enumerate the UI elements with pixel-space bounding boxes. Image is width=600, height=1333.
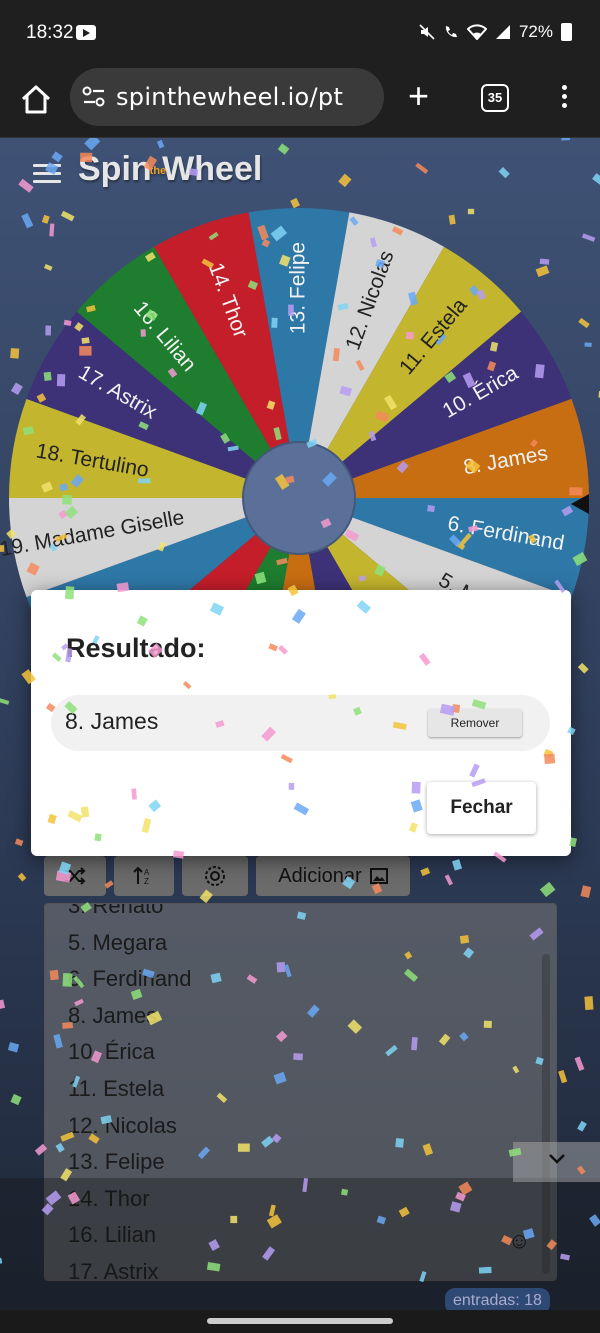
svg-text:A: A (144, 868, 150, 877)
new-tab-button[interactable]: + (408, 78, 429, 114)
close-button[interactable]: Fechar (427, 782, 536, 834)
home-icon[interactable] (18, 82, 54, 118)
browser-menu-button[interactable] (556, 82, 572, 118)
entries-count: entradas: 18 (445, 1288, 550, 1310)
battery-text: 72% (518, 22, 553, 41)
url-text: spinthewheel.io/pt (116, 83, 344, 111)
image-icon (369, 868, 388, 884)
entry-line: 6. Ferdinand (68, 966, 192, 992)
result-dialog: Resultado: 8. James Remover Fechar (31, 590, 571, 856)
sort-icon: AZ (133, 866, 150, 886)
browser-toolbar: spinthewheel.io/pt + 35 (0, 64, 600, 138)
battery-icon (561, 23, 572, 41)
entry-line: 10. Érica (68, 1039, 155, 1065)
emoji-icon[interactable]: ☺ (508, 1228, 530, 1254)
wheel-segment-label: 13. Felipe (287, 242, 310, 334)
svg-text:Z: Z (144, 877, 149, 886)
tab-switcher-button[interactable]: 35 (481, 84, 509, 112)
wifi-icon (466, 24, 487, 40)
status-bar: 18:32 72% (0, 0, 600, 64)
mute-icon (419, 24, 435, 40)
scroll-down-button[interactable] (513, 1142, 600, 1182)
entries-toolbar: AZ Adicionar (44, 856, 410, 896)
add-label: Adicionar (278, 864, 362, 887)
wheel-hub[interactable] (242, 441, 356, 555)
home-gesture-handle[interactable] (207, 1318, 393, 1324)
wheel-pointer (571, 494, 589, 514)
address-bar[interactable]: spinthewheel.io/pt (70, 68, 384, 126)
call-icon (445, 26, 457, 38)
shuffle-icon (65, 867, 86, 885)
entry-line: 12. Nicolas (68, 1112, 177, 1138)
youtube-icon (76, 25, 96, 40)
status-time: 18:32 (26, 22, 74, 43)
signal-icon (495, 25, 510, 39)
system-nav-bar (0, 1310, 600, 1333)
entry-line: 8. James (68, 1002, 158, 1028)
shuffle-button[interactable] (44, 856, 106, 896)
remove-button[interactable]: Remover (428, 709, 522, 737)
chevron-down-icon (549, 1154, 565, 1164)
settings-button[interactable] (182, 856, 248, 896)
add-image-button[interactable]: Adicionar (256, 856, 410, 896)
entry-line: 13. Felipe (68, 1149, 165, 1175)
entry-line: 3. Renato (68, 903, 164, 918)
result-value: 8. James (65, 708, 159, 734)
entry-line: 11. Estela (68, 1076, 165, 1101)
sort-button[interactable]: AZ (114, 856, 174, 896)
dialog-title: Resultado: (66, 633, 206, 663)
gear-icon (205, 866, 225, 886)
result-row: 8. James Remover (51, 695, 550, 751)
entry-line: 5. Megara (68, 929, 168, 955)
spin-wheel[interactable]: 13. Felipe 12. Nicolas11. Estela10. Érica… (0, 138, 600, 658)
status-icons: 72% (419, 22, 572, 42)
site-settings-icon[interactable] (82, 86, 106, 108)
